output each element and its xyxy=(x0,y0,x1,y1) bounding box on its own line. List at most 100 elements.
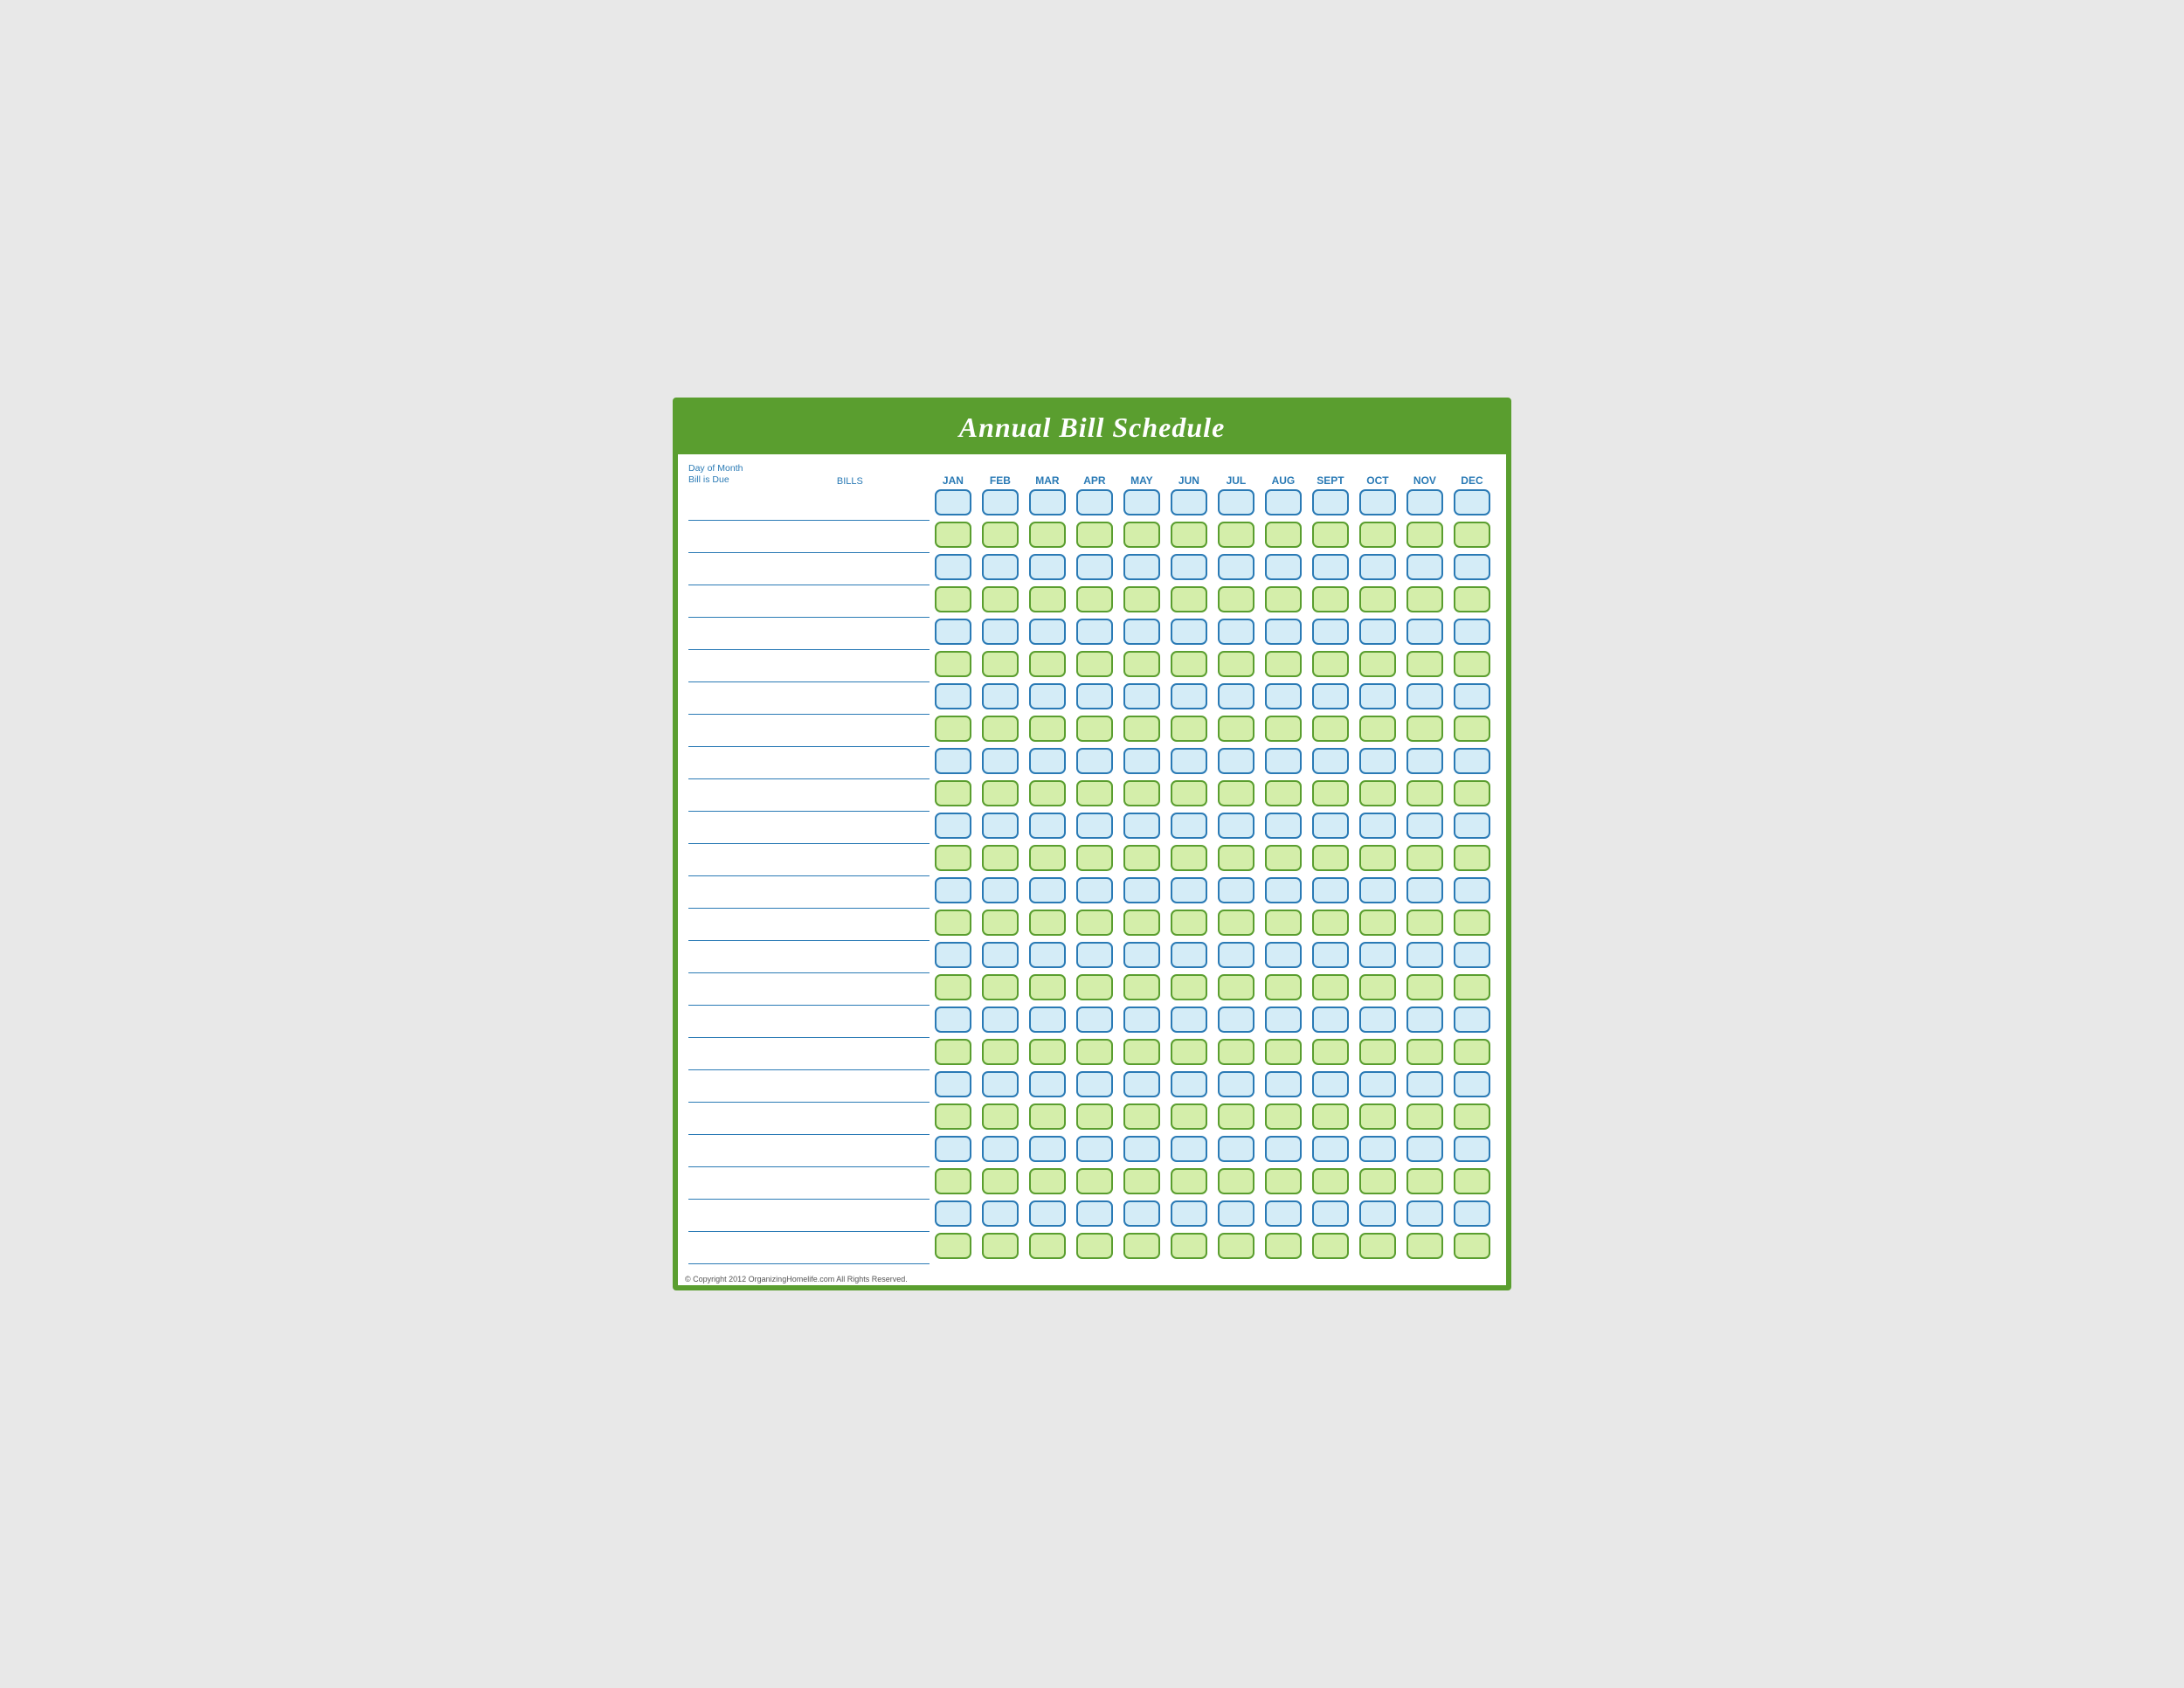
month-checkbox-cell[interactable] xyxy=(1071,1135,1118,1167)
blue-checkbox[interactable] xyxy=(1406,554,1443,580)
month-checkbox-cell[interactable] xyxy=(1401,779,1448,812)
month-checkbox-cell[interactable] xyxy=(977,682,1024,715)
month-checkbox-cell[interactable] xyxy=(1260,779,1307,812)
blue-checkbox[interactable] xyxy=(1359,748,1396,774)
day-cell[interactable] xyxy=(688,973,771,1006)
blue-checkbox[interactable] xyxy=(935,554,971,580)
month-checkbox-cell[interactable] xyxy=(1071,1038,1118,1070)
bills-cell[interactable] xyxy=(771,1232,930,1264)
blue-checkbox[interactable] xyxy=(982,1200,1019,1227)
blue-checkbox[interactable] xyxy=(1406,683,1443,709)
blue-checkbox[interactable] xyxy=(1265,1136,1302,1162)
month-checkbox-cell[interactable] xyxy=(1354,650,1401,682)
blue-checkbox[interactable] xyxy=(1454,748,1490,774)
month-checkbox-cell[interactable] xyxy=(1260,973,1307,1006)
month-checkbox-cell[interactable] xyxy=(1071,1200,1118,1232)
month-checkbox-cell[interactable] xyxy=(1354,876,1401,909)
month-checkbox-cell[interactable] xyxy=(1165,650,1213,682)
day-cell[interactable] xyxy=(688,1006,771,1038)
month-checkbox-cell[interactable] xyxy=(1260,909,1307,941)
green-checkbox[interactable] xyxy=(1029,586,1066,612)
month-checkbox-cell[interactable] xyxy=(1307,779,1354,812)
green-checkbox[interactable] xyxy=(1029,845,1066,871)
month-checkbox-cell[interactable] xyxy=(977,1038,1024,1070)
month-checkbox-cell[interactable] xyxy=(1260,715,1307,747)
month-checkbox-cell[interactable] xyxy=(1260,812,1307,844)
green-checkbox[interactable] xyxy=(1171,1103,1207,1130)
day-cell[interactable] xyxy=(688,1103,771,1135)
green-checkbox[interactable] xyxy=(1029,522,1066,548)
blue-checkbox[interactable] xyxy=(1359,1200,1396,1227)
month-checkbox-cell[interactable] xyxy=(977,585,1024,618)
month-checkbox-cell[interactable] xyxy=(1024,1232,1071,1264)
bills-cell[interactable] xyxy=(771,909,930,941)
month-checkbox-cell[interactable] xyxy=(1024,1135,1071,1167)
green-checkbox[interactable] xyxy=(1406,1233,1443,1259)
green-checkbox[interactable] xyxy=(1123,974,1160,1000)
month-checkbox-cell[interactable] xyxy=(1213,1103,1260,1135)
green-checkbox[interactable] xyxy=(1076,1103,1113,1130)
green-checkbox[interactable] xyxy=(1076,716,1113,742)
blue-checkbox[interactable] xyxy=(935,1007,971,1033)
blue-checkbox[interactable] xyxy=(1312,1007,1349,1033)
month-checkbox-cell[interactable] xyxy=(1448,1200,1496,1232)
month-checkbox-cell[interactable] xyxy=(1071,844,1118,876)
bills-cell[interactable] xyxy=(771,553,930,585)
green-checkbox[interactable] xyxy=(1454,716,1490,742)
blue-checkbox[interactable] xyxy=(1123,489,1160,515)
blue-checkbox[interactable] xyxy=(1218,813,1254,839)
green-checkbox[interactable] xyxy=(1265,845,1302,871)
month-checkbox-cell[interactable] xyxy=(1448,488,1496,521)
green-checkbox[interactable] xyxy=(1076,1168,1113,1194)
blue-checkbox[interactable] xyxy=(1218,489,1254,515)
month-checkbox-cell[interactable] xyxy=(1071,876,1118,909)
blue-checkbox[interactable] xyxy=(1123,1200,1160,1227)
month-checkbox-cell[interactable] xyxy=(1448,650,1496,682)
month-checkbox-cell[interactable] xyxy=(930,682,977,715)
month-checkbox-cell[interactable] xyxy=(930,618,977,650)
month-checkbox-cell[interactable] xyxy=(1260,682,1307,715)
month-checkbox-cell[interactable] xyxy=(1448,909,1496,941)
blue-checkbox[interactable] xyxy=(935,1200,971,1227)
month-checkbox-cell[interactable] xyxy=(1165,973,1213,1006)
blue-checkbox[interactable] xyxy=(982,1136,1019,1162)
green-checkbox[interactable] xyxy=(1029,780,1066,806)
month-checkbox-cell[interactable] xyxy=(1024,1167,1071,1200)
green-checkbox[interactable] xyxy=(982,1233,1019,1259)
blue-checkbox[interactable] xyxy=(1359,619,1396,645)
month-checkbox-cell[interactable] xyxy=(1165,1038,1213,1070)
blue-checkbox[interactable] xyxy=(1265,942,1302,968)
month-checkbox-cell[interactable] xyxy=(1118,747,1165,779)
month-checkbox-cell[interactable] xyxy=(1401,1006,1448,1038)
month-checkbox-cell[interactable] xyxy=(1071,909,1118,941)
month-checkbox-cell[interactable] xyxy=(1118,779,1165,812)
month-checkbox-cell[interactable] xyxy=(1213,488,1260,521)
green-checkbox[interactable] xyxy=(1218,1233,1254,1259)
month-checkbox-cell[interactable] xyxy=(1118,844,1165,876)
month-checkbox-cell[interactable] xyxy=(1260,650,1307,682)
day-cell[interactable] xyxy=(688,553,771,585)
month-checkbox-cell[interactable] xyxy=(1307,1038,1354,1070)
blue-checkbox[interactable] xyxy=(1312,877,1349,903)
blue-checkbox[interactable] xyxy=(1406,813,1443,839)
blue-checkbox[interactable] xyxy=(935,489,971,515)
month-checkbox-cell[interactable] xyxy=(1307,1200,1354,1232)
blue-checkbox[interactable] xyxy=(1359,1071,1396,1097)
blue-checkbox[interactable] xyxy=(1171,1136,1207,1162)
green-checkbox[interactable] xyxy=(1359,780,1396,806)
month-checkbox-cell[interactable] xyxy=(1024,521,1071,553)
month-checkbox-cell[interactable] xyxy=(1260,1070,1307,1103)
green-checkbox[interactable] xyxy=(1406,651,1443,677)
month-checkbox-cell[interactable] xyxy=(1401,1135,1448,1167)
bills-cell[interactable] xyxy=(771,1103,930,1135)
month-checkbox-cell[interactable] xyxy=(1024,909,1071,941)
month-checkbox-cell[interactable] xyxy=(977,812,1024,844)
month-checkbox-cell[interactable] xyxy=(1448,1006,1496,1038)
month-checkbox-cell[interactable] xyxy=(1165,488,1213,521)
month-checkbox-cell[interactable] xyxy=(977,1103,1024,1135)
blue-checkbox[interactable] xyxy=(1454,877,1490,903)
blue-checkbox[interactable] xyxy=(1218,877,1254,903)
blue-checkbox[interactable] xyxy=(1265,877,1302,903)
month-checkbox-cell[interactable] xyxy=(1071,521,1118,553)
month-checkbox-cell[interactable] xyxy=(1354,909,1401,941)
